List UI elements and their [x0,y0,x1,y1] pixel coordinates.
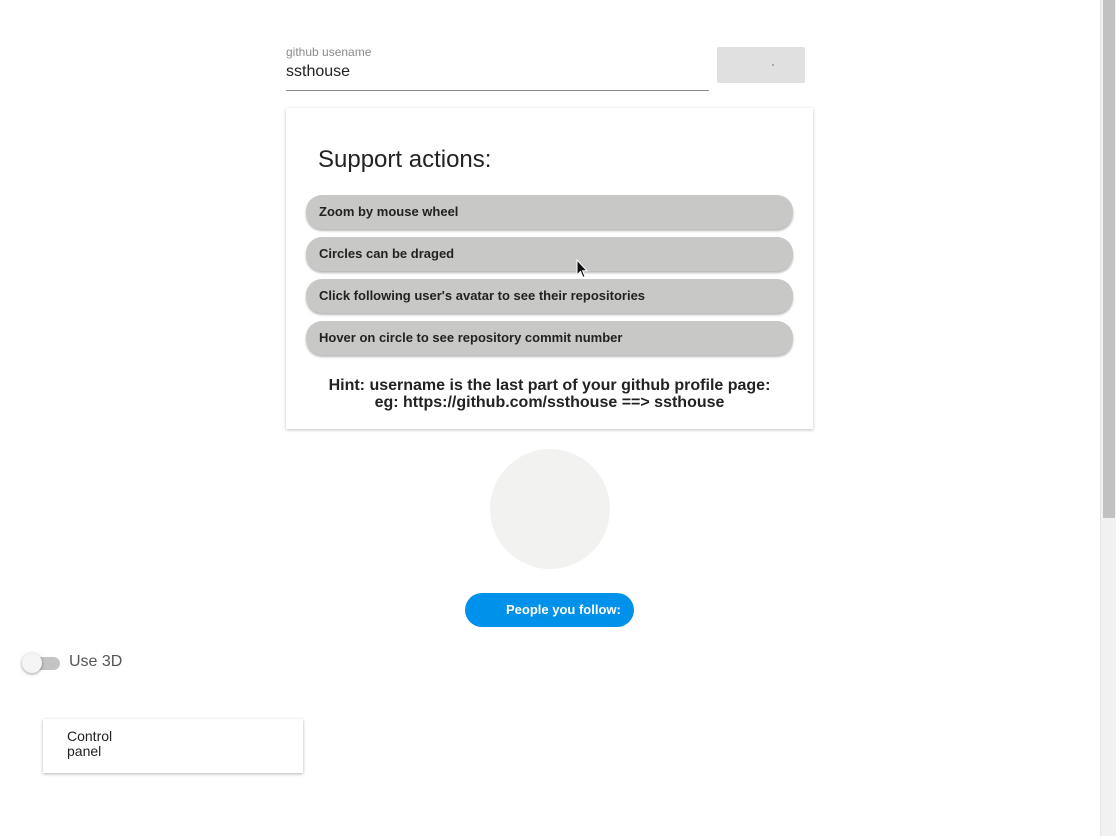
toggle-knob [22,653,42,673]
username-field[interactable]: github usename [286,44,709,91]
loading-dot-icon [772,64,774,66]
search-button[interactable] [717,47,805,83]
action-chip-hover: Hover on circle to see repository commit… [306,321,793,355]
action-chip-avatar: Click following user's avatar to see the… [306,279,793,313]
hint-line-2: eg: https://github.com/ssthouse ==> ssth… [374,394,725,411]
hint-line-1: Hint: username is the last part of your … [328,377,771,394]
people-you-follow-label: People you follow: [506,602,621,617]
username-label: github usename [286,45,372,59]
user-avatar[interactable] [490,449,610,569]
username-input[interactable] [286,63,706,81]
control-panel-label: Control panel [67,728,113,759]
support-actions-card: Support actions: Zoom by mouse wheel Cir… [286,108,813,429]
action-chip-label: Click following user's avatar to see the… [319,288,646,303]
people-you-follow-button[interactable]: People you follow: [465,593,634,627]
action-chip-label: Zoom by mouse wheel [319,204,459,219]
action-chip-label: Circles can be draged [319,246,455,261]
page-scrollbar[interactable] [1100,0,1116,836]
scrollbar-thumb[interactable] [1103,0,1115,518]
mouse-pointer-icon [576,259,588,279]
action-chip-zoom: Zoom by mouse wheel [306,195,793,229]
control-panel[interactable]: Control panel [43,719,303,773]
hint-text: Hint: username is the last part of your … [286,377,813,411]
action-chip-drag: Circles can be draged [306,237,793,271]
action-chip-label: Hover on circle to see repository commit… [319,330,623,345]
use-3d-toggle[interactable] [22,652,62,674]
support-actions-title: Support actions: [318,146,492,173]
use-3d-label: Use 3D [69,653,123,670]
